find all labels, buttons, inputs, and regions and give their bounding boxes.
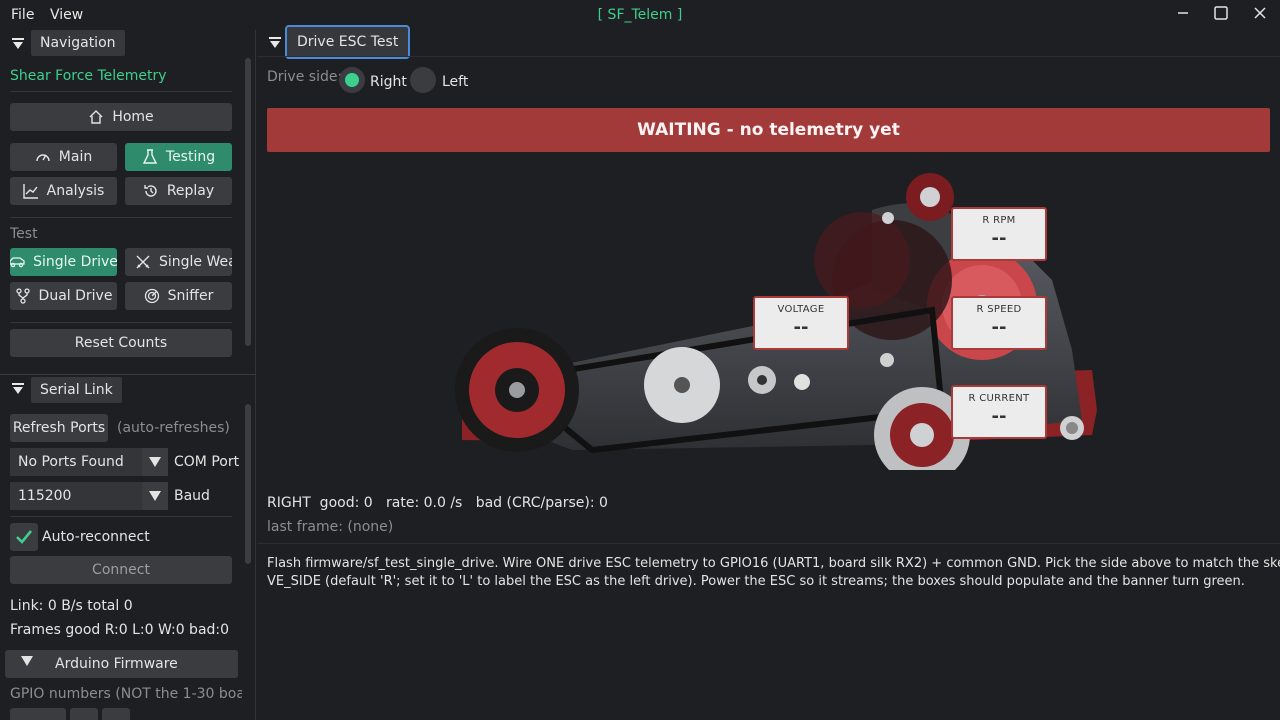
gpio-field[interactable] <box>70 708 98 720</box>
port-select-value: No Ports Found <box>18 454 124 470</box>
home-label: Home <box>112 109 154 125</box>
telemetry-voltage: VOLTAGE -- <box>753 296 849 350</box>
telemetry-value: -- <box>991 317 1007 338</box>
replay-button[interactable]: Replay <box>125 177 232 205</box>
gpio-field[interactable] <box>10 708 66 720</box>
home-icon <box>89 110 103 124</box>
divider <box>10 516 232 517</box>
main-label: Main <box>58 149 93 165</box>
instructions-line-2: VE_SIDE (default 'R'; set it to 'L' to l… <box>267 574 1245 589</box>
arduino-firmware-header[interactable]: Arduino Firmware <box>5 650 238 678</box>
telemetry-r-speed: R SPEED -- <box>951 296 1047 350</box>
baud-dropdown-arrow[interactable] <box>142 482 168 510</box>
single-weapon-button[interactable]: Single Weap <box>125 248 232 276</box>
radar-icon <box>144 288 159 304</box>
radio-left-label[interactable]: Left <box>442 74 468 90</box>
testing-label: Testing <box>165 149 216 165</box>
analysis-button[interactable]: Analysis <box>10 177 117 205</box>
frames-stats: Frames good R:0 L:0 W:0 bad:0 <box>10 622 230 638</box>
panel-divider[interactable] <box>0 374 256 375</box>
analysis-label: Analysis <box>46 183 105 199</box>
main-panel: Drive ESC Test Drive side: Right Left WA… <box>257 25 1280 720</box>
gpio-field[interactable] <box>102 708 130 720</box>
gpio-note: GPIO numbers (NOT the 1-30 board po <box>10 686 242 702</box>
test-section-label: Test <box>10 226 38 242</box>
drive-side-label: Drive side: <box>267 69 343 85</box>
collapse-triangle-icon[interactable] <box>12 38 24 50</box>
port-dropdown-arrow[interactable] <box>142 448 168 476</box>
port-label: COM Port <box>174 454 240 470</box>
line-chart-icon <box>22 184 38 199</box>
auto-reconnect-checkbox[interactable] <box>10 523 38 551</box>
telemetry-value: -- <box>991 406 1007 427</box>
refresh-ports-button[interactable]: Refresh Ports <box>10 414 108 442</box>
divider <box>10 322 232 323</box>
status-banner: WAITING - no telemetry yet <box>267 108 1270 152</box>
single-drive-button[interactable]: Single Drive <box>10 248 117 276</box>
testing-button[interactable]: Testing <box>125 143 232 171</box>
main-button[interactable]: Main <box>10 143 117 171</box>
baud-select-value: 115200 <box>18 488 72 504</box>
dual-drive-button[interactable]: Dual Drive <box>10 282 117 310</box>
connect-button[interactable]: Connect <box>10 556 232 584</box>
title-bar: File View [ SF_Telem ] <box>0 0 1280 30</box>
single-weapon-label: Single Weap <box>159 254 232 270</box>
left-panel: Navigation Shear Force Telemetry Home Ma… <box>0 30 256 720</box>
chevron-down-icon <box>149 457 161 467</box>
telemetry-r-current: R CURRENT -- <box>951 385 1047 439</box>
checkmark-icon <box>16 530 33 544</box>
reset-counts-button[interactable]: Reset Counts <box>10 329 232 357</box>
auto-refresh-note: (auto-refreshes) <box>117 420 230 436</box>
branch-icon <box>15 288 30 304</box>
serial-scrollbar[interactable] <box>245 404 251 564</box>
last-frame: last frame: (none) <box>267 519 394 535</box>
link-stats: Link: 0 B/s total 0 <box>10 598 133 614</box>
flask-icon <box>142 149 158 164</box>
maximize-icon[interactable] <box>1208 2 1234 24</box>
tab-serial-link[interactable]: Serial Link <box>31 377 122 403</box>
tab-navigation[interactable]: Navigation <box>31 30 125 56</box>
divider <box>10 91 232 92</box>
crossed-swords-icon <box>136 255 150 269</box>
single-drive-label: Single Drive <box>33 254 117 270</box>
window-title: [ SF_Telem ] <box>597 7 683 23</box>
instructions-line-1: Flash firmware/sf_test_single_drive. Wir… <box>267 556 1280 571</box>
gauge-icon <box>36 154 50 162</box>
chevron-down-icon <box>149 491 161 501</box>
radio-right[interactable] <box>339 67 365 93</box>
collapse-triangle-icon[interactable] <box>12 383 24 395</box>
car-icon <box>10 257 25 268</box>
baud-label: Baud <box>174 488 210 504</box>
arduino-firmware-label: Arduino Firmware <box>55 656 178 672</box>
divider <box>257 56 1280 57</box>
minimize-icon[interactable] <box>1170 2 1196 24</box>
telemetry-label: R SPEED <box>976 304 1022 315</box>
chevron-down-icon <box>21 656 33 666</box>
history-icon <box>144 185 157 197</box>
telemetry-r-rpm: R RPM -- <box>951 207 1047 261</box>
navigation-scrollbar[interactable] <box>245 58 251 346</box>
replay-label: Replay <box>166 183 215 199</box>
divider <box>10 217 232 218</box>
divider <box>257 543 1280 544</box>
telemetry-value: -- <box>991 228 1007 249</box>
telemetry-value: -- <box>793 317 809 338</box>
sniffer-label: Sniffer <box>167 288 214 304</box>
radio-left[interactable] <box>410 67 436 93</box>
home-button[interactable]: Home <box>10 103 232 131</box>
dual-drive-label: Dual Drive <box>38 288 113 304</box>
telemetry-label: VOLTAGE <box>777 304 825 315</box>
sniffer-button[interactable]: Sniffer <box>125 282 232 310</box>
section-title: Shear Force Telemetry <box>10 68 167 84</box>
close-icon[interactable] <box>1247 2 1273 24</box>
telemetry-label: R CURRENT <box>968 393 1030 404</box>
collapse-triangle-icon[interactable] <box>269 37 281 49</box>
telemetry-label: R RPM <box>982 215 1016 226</box>
auto-reconnect-label[interactable]: Auto-reconnect <box>42 529 150 545</box>
radio-right-label[interactable]: Right <box>370 74 407 90</box>
stats-line: RIGHT good: 0 rate: 0.0 /s bad (CRC/pars… <box>267 495 608 511</box>
tab-drive-esc-test[interactable]: Drive ESC Test <box>285 25 411 59</box>
